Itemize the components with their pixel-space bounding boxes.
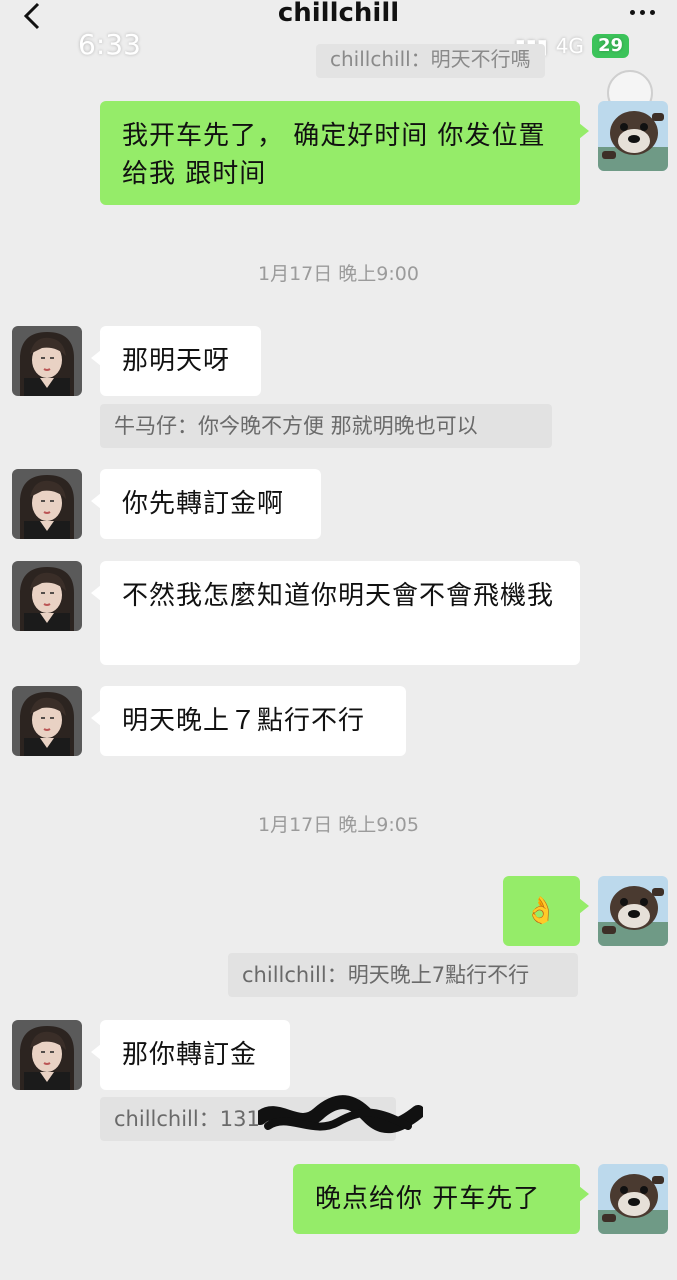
more-dots-icon[interactable] bbox=[630, 10, 655, 15]
my-avatar[interactable] bbox=[598, 101, 668, 171]
previous-quote: chillchill：明天不行嗎 bbox=[316, 44, 545, 78]
contact-avatar[interactable] bbox=[12, 326, 82, 396]
status-time: 6:33 bbox=[78, 28, 141, 61]
message-bubble-incoming[interactable]: 那你轉訂金 bbox=[91, 1020, 290, 1090]
message-bubble-incoming[interactable]: 不然我怎麼知道你明天會不會飛機我 bbox=[91, 561, 580, 665]
my-avatar[interactable] bbox=[598, 1164, 668, 1234]
timestamp: 1月17日 晚上9:05 bbox=[258, 814, 419, 836]
message-bubble-incoming[interactable]: 那明天呀 bbox=[91, 326, 261, 396]
message-bubble-incoming[interactable]: 你先轉訂金啊 bbox=[91, 469, 321, 539]
contact-avatar[interactable] bbox=[12, 1020, 82, 1090]
redaction-scribble bbox=[258, 1095, 423, 1133]
contact-avatar[interactable] bbox=[12, 561, 82, 631]
contact-avatar[interactable] bbox=[12, 469, 82, 539]
contact-avatar[interactable] bbox=[12, 686, 82, 756]
timestamp: 1月17日 晚上9:00 bbox=[258, 263, 419, 285]
message-bubble-outgoing[interactable]: 晚点给你 开车先了 bbox=[293, 1164, 589, 1234]
chat-title: chillchill bbox=[277, 0, 400, 28]
my-avatar[interactable] bbox=[598, 876, 668, 946]
battery-badge: 29 bbox=[591, 34, 629, 58]
message-bubble-outgoing[interactable]: 我开车先了， 确定好时间 你发位置给我 跟时间 bbox=[100, 101, 589, 205]
message-bubble-outgoing[interactable]: 👌 bbox=[503, 876, 589, 946]
message-bubble-incoming[interactable]: 明天晚上７點行不行 bbox=[91, 686, 406, 756]
quoted-message[interactable]: chillchill：明天晚上7點行不行 bbox=[228, 953, 578, 997]
network-label: 4G bbox=[555, 34, 584, 58]
quoted-message[interactable]: 牛马仔：你今晚不方便 那就明晚也可以 bbox=[100, 404, 552, 448]
